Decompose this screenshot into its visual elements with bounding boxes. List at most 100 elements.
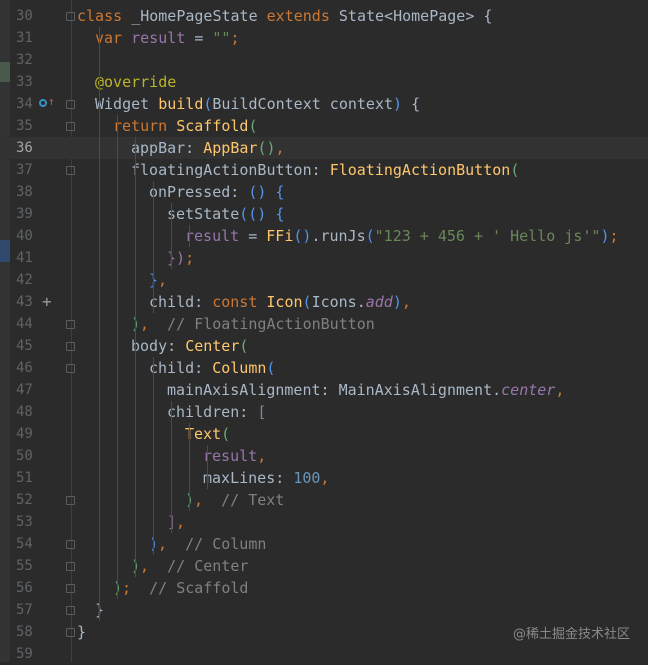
code-line[interactable]: 40 result = FFi().runJs("123 + 456 + ' He… [0,225,648,247]
line-number[interactable]: 42 [16,269,36,291]
code-line[interactable]: 37 floatingActionButton: FloatingActionBu… [0,159,648,181]
code-token: , [275,139,285,157]
code-token: = [239,227,267,245]
code-line[interactable]: 52), // Text [0,489,648,511]
line-number[interactable]: 36 [16,137,36,159]
code-line[interactable]: 57} [0,599,648,621]
line-number[interactable]: 48 [16,401,36,423]
line-number[interactable]: 57 [16,599,36,621]
indent-guide [135,137,136,577]
code-line[interactable]: 54 ), // Column [0,533,648,555]
code-line[interactable]: 30 class _HomePageState extends State<Hom… [0,5,648,27]
line-number[interactable]: 39 [16,203,36,225]
line-number[interactable]: 58 [16,621,36,643]
code-token: , [555,381,565,399]
code-text: class _HomePageState extends State<HomeP… [77,5,492,27]
line-number[interactable]: 40 [16,225,36,247]
code-line[interactable]: 50 result, [0,445,648,467]
code-line[interactable]: 56); // Scaffold [0,577,648,599]
code-text: ), // Column [149,533,266,555]
fold-toggle-icon[interactable] [66,540,75,549]
code-line[interactable]: 31 var result = ""; [0,27,648,49]
code-line[interactable]: 43 + child: const Icon(Icons.add), [0,291,648,313]
fold-toggle-icon[interactable] [66,12,75,21]
fold-toggle-icon[interactable] [66,496,75,505]
line-number[interactable]: 44 [16,313,36,335]
line-number[interactable]: 41 [16,247,36,269]
fold-toggle-icon[interactable] [66,562,75,571]
code-token: ) [393,95,403,113]
code-line[interactable]: 32 [0,49,648,71]
code-line[interactable]: 34 ↑ Widget build(BuildContext context) { [0,93,648,115]
line-number[interactable]: 52 [16,489,36,511]
code-line[interactable]: 39 setState(() { [0,203,648,225]
line-number[interactable]: 43 [16,291,36,313]
line-number[interactable]: 38 [16,181,36,203]
code-line[interactable]: 46 child: Column( [0,357,648,379]
line-number[interactable]: 45 [16,335,36,357]
fold-toggle-icon[interactable] [66,320,75,329]
code-token: FFi [266,227,294,245]
fold-toggle-icon[interactable] [66,100,75,109]
line-number[interactable]: 51 [16,467,36,489]
code-token: class [77,7,132,25]
code-token: AppBar [203,139,258,157]
code-text: ), // Center [131,555,248,577]
line-number[interactable]: 54 [16,533,36,555]
code-line[interactable]: 48 children: [ [0,401,648,423]
code-token: .runJs [311,227,366,245]
code-line[interactable]: 45 body: Center( [0,335,648,357]
code-token: ( [248,117,258,135]
code-token: MainAxisAlignment. [338,381,502,399]
code-line[interactable]: 33 @override [0,71,648,93]
code-line[interactable]: 51 maxLines: 100, [0,467,648,489]
code-token: // Center [149,557,249,575]
override-icon[interactable] [39,99,47,107]
line-number[interactable]: 55 [16,555,36,577]
code-line[interactable]: 47 mainAxisAlignment: MainAxisAlignment.c… [0,379,648,401]
line-number[interactable]: 31 [16,27,36,49]
code-token: , [176,513,186,531]
code-line[interactable]: 35 return Scaffold( [0,115,648,137]
fold-toggle-icon[interactable] [66,628,75,637]
code-token: () [257,139,276,157]
code-line[interactable]: 38 onPressed: () { [0,181,648,203]
code-token: Center [185,337,240,355]
code-line[interactable]: 44), // FloatingActionButton [0,313,648,335]
code-line[interactable]: 55 ), // Center [0,555,648,577]
fold-toggle-icon[interactable] [66,342,75,351]
code-token: children: [167,403,258,421]
line-number[interactable]: 32 [16,49,36,71]
code-line[interactable]: 53], [0,511,648,533]
line-number[interactable]: 34 [16,93,36,115]
code-line[interactable]: 49 Text( [0,423,648,445]
code-line[interactable]: 41}); [0,247,648,269]
fold-toggle-icon[interactable] [66,606,75,615]
line-number[interactable]: 49 [16,423,36,445]
code-token: onPressed: [149,183,249,201]
indent-guide [171,203,172,269]
fold-toggle-icon[interactable] [66,364,75,373]
code-line[interactable]: 36 appBar: AppBar(), [0,137,648,159]
arrow-up-icon[interactable]: ↑ [48,96,55,108]
line-number[interactable]: 35 [16,115,36,137]
fold-toggle-icon[interactable] [66,584,75,593]
code-text: child: Column( [149,357,275,379]
line-number[interactable]: 50 [16,445,36,467]
line-number[interactable]: 46 [16,357,36,379]
line-number[interactable]: 30 [16,5,36,27]
code-token: ; [122,579,132,597]
line-number[interactable]: 47 [16,379,36,401]
code-token: const [212,293,267,311]
code-text: }, [149,269,167,291]
indent-guide [153,181,154,313]
indent-guide [207,445,208,489]
code-line[interactable]: 42}, [0,269,648,291]
fold-toggle-icon[interactable] [66,166,75,175]
line-number[interactable]: 53 [16,511,36,533]
line-number[interactable]: 37 [16,159,36,181]
code-token: @override [95,73,177,91]
line-number[interactable]: 33 [16,71,36,93]
line-number[interactable]: 56 [16,577,36,599]
fold-toggle-icon[interactable] [66,122,75,131]
